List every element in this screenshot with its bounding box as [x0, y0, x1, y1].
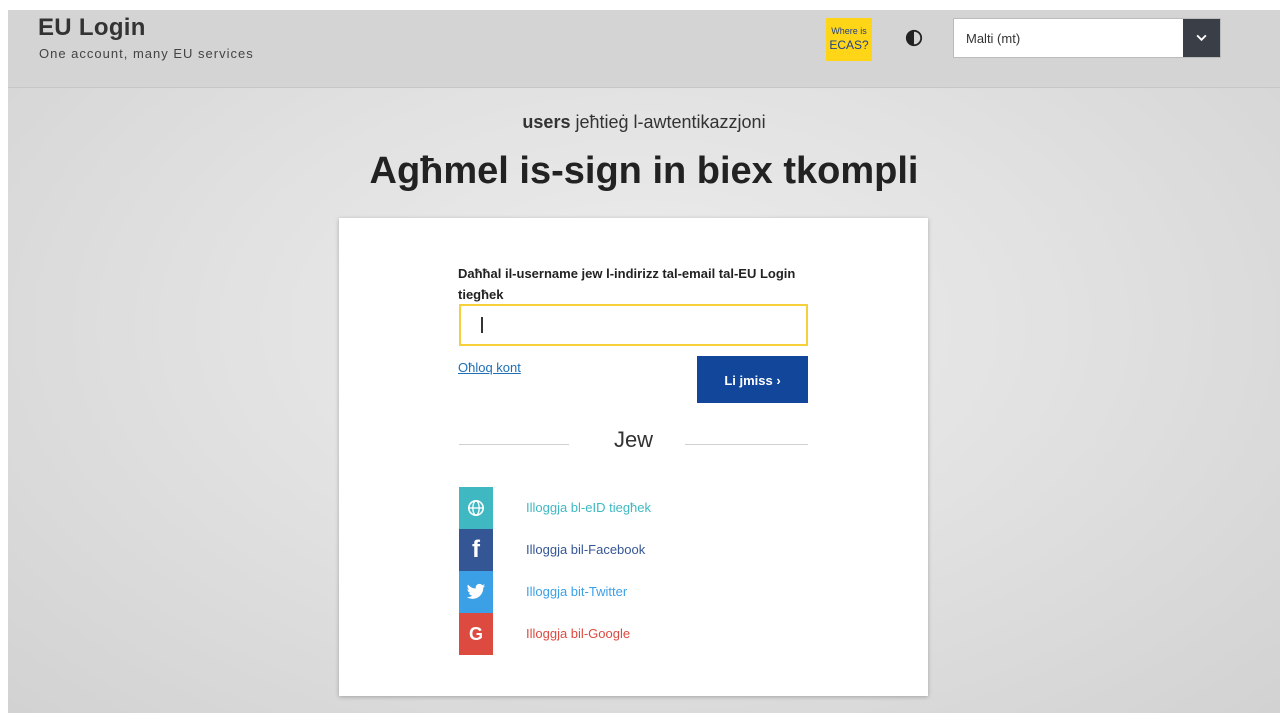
contrast-toggle-icon[interactable]	[905, 29, 923, 47]
globe-icon	[459, 487, 493, 529]
requesting-user: users	[522, 112, 571, 132]
next-button[interactable]: Li jmiss ›	[697, 356, 808, 403]
ecas-label-line2: ECAS?	[829, 38, 869, 52]
or-separator-text: Jew	[613, 427, 654, 452]
where-is-ecas-button[interactable]: Where is ECAS?	[826, 18, 872, 61]
text-cursor	[481, 317, 483, 333]
login-twitter-button[interactable]: Illoggja bit-Twitter	[459, 571, 719, 613]
language-select[interactable]: Malti (mt)	[953, 18, 1221, 58]
authentication-suffix: jeħtieġ l-awtentikazzjoni	[570, 112, 766, 132]
app-title: EU Login	[38, 14, 146, 41]
language-dropdown-button[interactable]	[1183, 19, 1220, 57]
login-facebook-button[interactable]: f Illoggja bil-Facebook	[459, 529, 719, 571]
login-twitter-label: Illoggja bit-Twitter	[526, 584, 628, 599]
login-eid-label: Illoggja bl-eID tiegħek	[526, 500, 652, 515]
page-title: Agħmel is-sign in biex tkompli	[369, 150, 919, 192]
username-input[interactable]	[459, 304, 808, 346]
login-eid-button[interactable]: Illoggja bl-eID tiegħek	[459, 487, 719, 529]
login-facebook-label: Illoggja bil-Facebook	[526, 542, 646, 557]
page-background: EU Login One account, many EU services W…	[8, 10, 1280, 713]
twitter-icon	[459, 571, 493, 613]
language-selected-value: Malti (mt)	[966, 31, 1021, 46]
header-bar: EU Login One account, many EU services W…	[8, 10, 1280, 88]
authentication-required-text: users jeħtieġ l-awtentikazzjoni	[8, 112, 1280, 133]
login-card: Daħħal il-username jew l-indirizz tal-em…	[339, 218, 928, 696]
chevron-down-icon	[1196, 34, 1207, 42]
facebook-icon: f	[459, 529, 493, 571]
username-field-label: Daħħal il-username jew l-indirizz tal-em…	[458, 266, 796, 302]
login-google-button[interactable]: G Illoggja bil-Google	[459, 613, 719, 655]
ecas-label-line1: Where is	[831, 26, 867, 36]
create-account-link[interactable]: Oħloq kont	[458, 360, 521, 375]
app-subtitle: One account, many EU services	[39, 46, 254, 61]
google-icon: G	[459, 613, 493, 655]
login-google-label: Illoggja bil-Google	[526, 626, 631, 641]
